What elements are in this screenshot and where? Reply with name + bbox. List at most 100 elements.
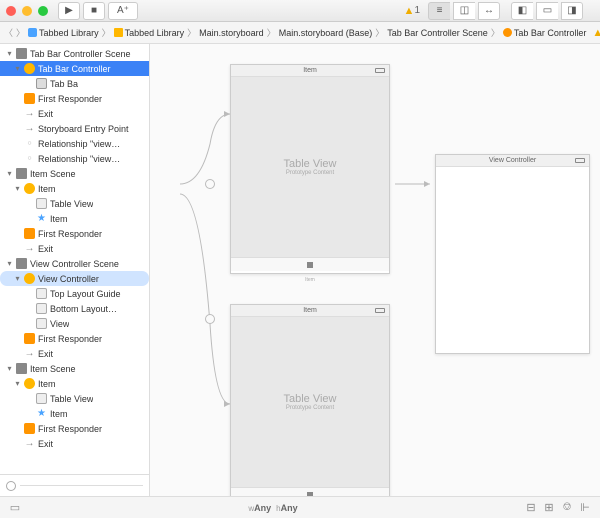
outline-filter-bar — [0, 474, 149, 496]
disclosure-triangle[interactable]: ▾ — [6, 259, 13, 268]
issue-indicator[interactable]: ▲1 — [404, 5, 420, 17]
storyboard-canvas[interactable]: Item Table View Prototype Content Item I… — [150, 44, 600, 496]
outline-row[interactable]: ▾Item Scene — [0, 166, 149, 181]
standard-editor-button[interactable]: ≡ — [428, 2, 450, 20]
outline-label: Item — [50, 214, 68, 224]
warning-icon[interactable]: ▲ — [592, 27, 600, 39]
scene-item-top[interactable]: Item Table View Prototype Content — [230, 64, 390, 274]
resize-button[interactable]: ⊩ — [576, 501, 594, 514]
pin-button[interactable]: ⊞ — [540, 501, 558, 514]
outline-row[interactable]: ▾ Item — [0, 376, 149, 391]
breadcrumb-item[interactable]: Main.storyboard (Base) — [279, 28, 373, 38]
tv-icon — [36, 288, 47, 299]
outline-row[interactable]: First Responder — [0, 421, 149, 436]
breadcrumb-item[interactable]: Tabbed Library — [28, 28, 99, 38]
disclosure-triangle[interactable]: ▾ — [14, 274, 21, 283]
outline-row[interactable]: Top Layout Guide — [0, 286, 149, 301]
filter-field[interactable] — [20, 485, 143, 486]
tab-icon — [36, 78, 47, 89]
filter-icon[interactable] — [6, 481, 16, 491]
breadcrumb-label: Main.storyboard — [199, 28, 264, 38]
close-window[interactable] — [6, 6, 16, 16]
breadcrumb-label: Tabbed Library — [39, 28, 99, 38]
outline-label: Table View — [50, 394, 93, 404]
disclosure-triangle[interactable]: ▾ — [6, 364, 13, 373]
outline-row[interactable]: →Exit — [0, 106, 149, 121]
disclosure-triangle[interactable]: ▾ — [6, 169, 13, 178]
forward-button[interactable]: 〉 — [16, 26, 25, 39]
outline-label: Item Scene — [30, 364, 76, 374]
resolve-button[interactable]: ⎊ — [558, 501, 576, 514]
minimize-window[interactable] — [22, 6, 32, 16]
yellowcircle-icon — [24, 273, 35, 284]
breadcrumb-item[interactable]: Tab Bar Controller — [503, 28, 587, 38]
scene-icon — [16, 48, 27, 59]
scene-view-controller[interactable]: View Controller — [435, 154, 590, 354]
yellowcircle-icon — [24, 183, 35, 194]
outline-row[interactable]: Tab Ba — [0, 76, 149, 91]
traffic-lights — [6, 6, 48, 16]
outline-row[interactable]: →Exit — [0, 241, 149, 256]
outline-row[interactable]: ▾ Item Scene — [0, 361, 149, 376]
back-button[interactable]: 〈 — [4, 26, 13, 39]
assistant-editor-button[interactable]: ◫ — [453, 2, 475, 20]
rel-icon: ○ — [24, 153, 35, 164]
segue-badge-icon[interactable] — [205, 179, 215, 189]
outline-row[interactable]: ▾View Controller Scene — [0, 256, 149, 271]
size-class-control[interactable]: wAny hAny — [24, 503, 522, 513]
outline-row[interactable]: Table View — [0, 196, 149, 211]
table-view-label: Table View — [284, 158, 337, 170]
version-editor-button[interactable]: ↔ — [478, 2, 500, 20]
outline-row[interactable]: →Exit — [0, 436, 149, 451]
cube-icon — [24, 423, 35, 434]
outline-row[interactable]: ▾ Tab Bar Controller Scene — [0, 46, 149, 61]
outline-label: Tab Ba — [50, 79, 78, 89]
disclosure-triangle[interactable]: ▾ — [14, 64, 21, 73]
outline-row[interactable]: ○Relationship "view… — [0, 151, 149, 166]
outline-row[interactable]: →Storyboard Entry Point — [0, 121, 149, 136]
outline-label: Item — [38, 184, 56, 194]
outline-row[interactable]: ★Item — [0, 211, 149, 226]
chevron-icon: 〉 — [102, 26, 111, 39]
outline-row[interactable]: View — [0, 316, 149, 331]
breadcrumb-item[interactable]: Main.storyboard — [199, 28, 264, 38]
outline-row[interactable]: First Responder — [0, 331, 149, 346]
toggle-inspector-button[interactable]: ◨ — [561, 2, 583, 20]
segue-badge-icon[interactable] — [205, 314, 215, 324]
zoom-window[interactable] — [38, 6, 48, 16]
outline-tree[interactable]: ▾ Tab Bar Controller Scene ▾Tab Bar Contro… — [0, 44, 149, 474]
scheme-button[interactable]: A⁺ — [108, 2, 138, 20]
breadcrumb-item[interactable]: Tab Bar Controller Scene — [387, 28, 488, 38]
outline-label: Exit — [38, 244, 53, 254]
outline-label: Tab Bar Controller Scene — [30, 49, 131, 59]
outline-label: Item — [38, 379, 56, 389]
disclosure-triangle[interactable]: ▾ — [14, 379, 21, 388]
outline-row[interactable]: Bottom Layout… — [0, 301, 149, 316]
toggle-navigator-button[interactable]: ◧ — [511, 2, 533, 20]
outline-row[interactable]: First Responder — [0, 91, 149, 106]
outline-row[interactable]: Table View — [0, 391, 149, 406]
align-button[interactable]: ⊟ — [522, 501, 540, 514]
toggle-debug-button[interactable]: ▭ — [536, 2, 558, 20]
outline-row[interactable]: ▾Tab Bar Controller — [0, 61, 149, 76]
run-button[interactable]: ▶ — [58, 2, 80, 20]
breadcrumb-label: Tab Bar Controller Scene — [387, 28, 488, 38]
disclosure-triangle[interactable]: ▾ — [6, 49, 13, 58]
outline-row[interactable]: ○Relationship "view… — [0, 136, 149, 151]
disclosure-triangle[interactable]: ▾ — [14, 184, 21, 193]
outline-label: Relationship "view… — [38, 154, 120, 164]
outline-row[interactable]: ▾ Item — [0, 181, 149, 196]
tv-icon — [36, 393, 47, 404]
editor-mode-segment: ≡ ◫ ↔ — [428, 2, 503, 20]
cube-icon — [24, 93, 35, 104]
stop-button[interactable]: ■ — [83, 2, 105, 20]
breadcrumb-item[interactable]: Tabbed Library — [114, 28, 185, 38]
outline-row[interactable]: First Responder — [0, 226, 149, 241]
outline-row[interactable]: →Exit — [0, 346, 149, 361]
outline-row[interactable]: ▾View Controller — [0, 271, 149, 286]
scene-item-bottom[interactable]: Item Table View Prototype Content — [230, 304, 390, 496]
outline-row[interactable]: ★Item — [0, 406, 149, 421]
scene-title-bar: View Controller — [436, 155, 589, 167]
canvas-bottom-bar: ▭ wAny hAny ⊟ ⊞ ⎊ ⊩ — [0, 496, 600, 518]
outline-toggle-button[interactable]: ▭ — [6, 501, 24, 514]
